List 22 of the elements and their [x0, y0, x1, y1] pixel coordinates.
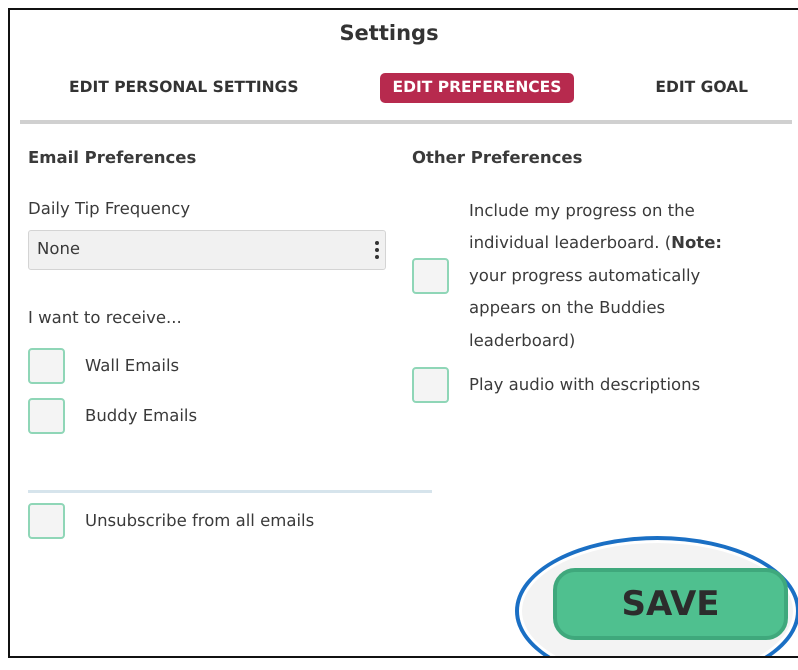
checkbox-label: Play audio with descriptions	[469, 374, 702, 396]
checkbox[interactable]	[28, 503, 65, 540]
checkbox[interactable]	[28, 398, 65, 434]
section-heading: Email Preferences	[28, 147, 198, 169]
tab[interactable]: EDIT PERSONAL SETTINGS	[56, 73, 312, 103]
checkbox-label: Buddy Emails	[85, 404, 198, 427]
checkbox-label: Unsubscribe from all emails	[85, 510, 314, 532]
field-label: Daily Tip Frequency	[28, 198, 192, 220]
checkbox[interactable]	[28, 348, 65, 384]
section-heading: Other Preferences	[412, 147, 584, 169]
frequency-select[interactable]: None	[28, 230, 386, 270]
tab[interactable]: EDIT GOAL	[642, 73, 761, 103]
window-title: Settings	[338, 20, 440, 47]
select-value: None	[37, 238, 80, 260]
tab[interactable]: EDIT PREFERENCES	[380, 73, 574, 103]
checkbox-label: Wall Emails	[85, 354, 180, 377]
save-button[interactable]: SAVE	[553, 568, 788, 640]
kebab-icon	[375, 240, 379, 260]
checkbox-label: Include my progress on the individual leaderboard. (Note: your progress automatically appears on the Buddies leaderboard)	[469, 200, 723, 352]
field-label: I want to receive...	[28, 306, 183, 328]
checkbox[interactable]	[412, 258, 449, 294]
checkbox[interactable]	[412, 367, 449, 404]
